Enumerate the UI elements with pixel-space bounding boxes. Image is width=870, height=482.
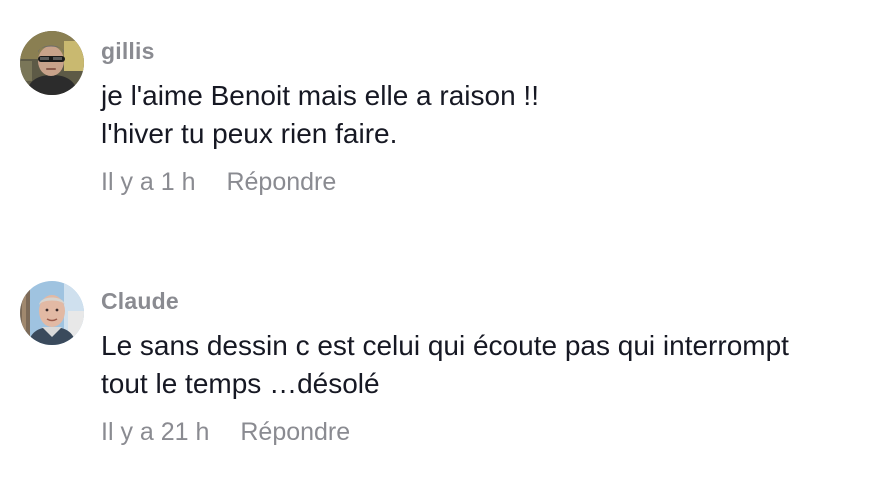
comment-text: je l'aime Benoit mais elle a raison !! l…: [101, 77, 861, 153]
comment-text: Le sans dessin c est celui qui écoute pa…: [101, 327, 861, 403]
comment-timestamp: Il y a 1 h: [101, 168, 196, 196]
avatar[interactable]: [20, 281, 84, 345]
comment-timestamp: Il y a 21 h: [101, 418, 210, 446]
comment-text-line: l'hiver tu peux rien faire.: [101, 118, 398, 149]
user-avatar-icon: [20, 31, 84, 95]
user-avatar-icon: [20, 281, 84, 345]
comment-username[interactable]: Claude: [101, 288, 179, 315]
comment-text-line: tout le temps …désolé: [101, 368, 380, 399]
reply-button[interactable]: Répondre: [240, 418, 350, 447]
comment-meta: Il y a 21 h Répondre: [101, 418, 350, 447]
comment-username[interactable]: gillis: [101, 38, 155, 65]
comment-text-line: je l'aime Benoit mais elle a raison !!: [101, 80, 539, 111]
reply-button[interactable]: Répondre: [226, 168, 336, 197]
comment-meta: Il y a 1 h Répondre: [101, 168, 336, 197]
comment-text-line: Le sans dessin c est celui qui écoute pa…: [101, 330, 789, 361]
avatar[interactable]: [20, 31, 84, 95]
